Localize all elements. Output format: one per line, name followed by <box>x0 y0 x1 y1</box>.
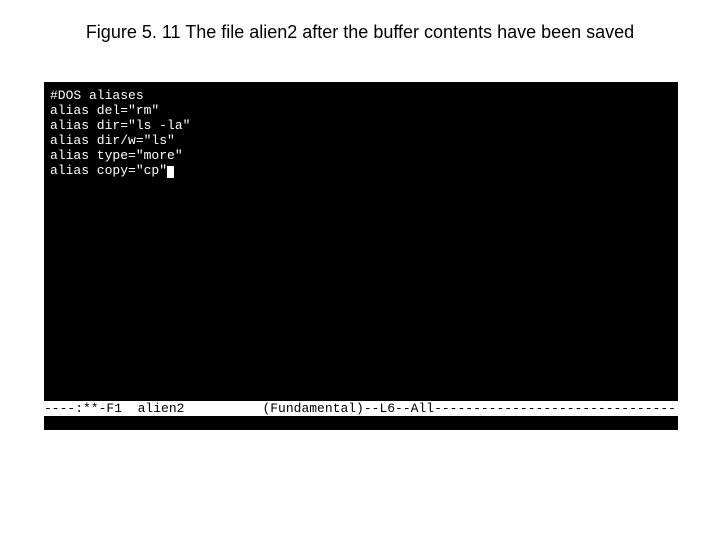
emacs-terminal: #DOS aliases alias del="rm" alias dir="l… <box>44 82 678 430</box>
buffer-line: alias dir/w="ls" <box>50 133 175 148</box>
buffer-line: alias del="rm" <box>50 103 159 118</box>
modeline-left: ----:**-F1 alien2 <box>44 401 262 416</box>
buffer-area[interactable]: #DOS aliases alias del="rm" alias dir="l… <box>50 88 672 178</box>
buffer-line: alias copy="cp" <box>50 163 167 178</box>
text-cursor <box>167 166 174 178</box>
buffer-line: alias dir="ls -la" <box>50 118 190 133</box>
modeline-fill: --------------------------------- <box>434 401 678 416</box>
buffer-line: #DOS aliases <box>50 88 144 103</box>
modeline-mode: (Fundamental)--L6--All <box>262 401 434 416</box>
emacs-modeline: ----:**-F1 alien2 (Fundamental)--L6--All… <box>44 401 678 416</box>
buffer-line: alias type="more" <box>50 148 183 163</box>
figure-caption: Figure 5. 11 The file alien2 after the b… <box>0 22 720 43</box>
